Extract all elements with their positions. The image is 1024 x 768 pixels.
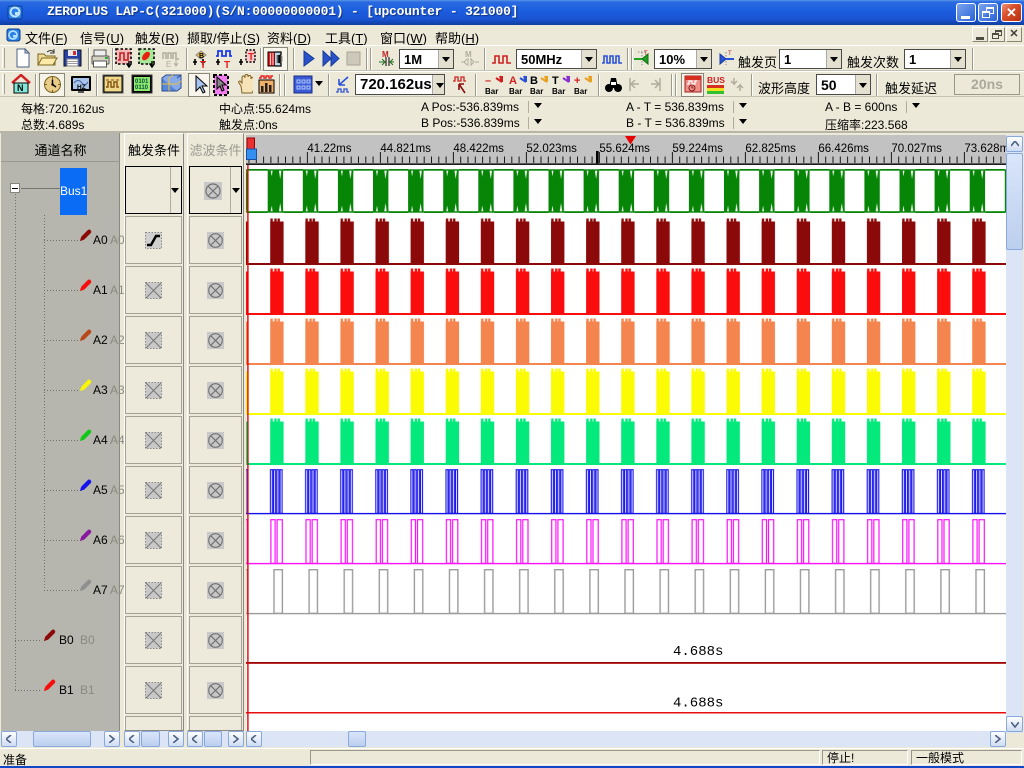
svg-text:62.825ms: 62.825ms bbox=[745, 143, 796, 155]
svg-text:B: B bbox=[199, 53, 204, 60]
svg-text:B: B bbox=[530, 75, 538, 87]
svg-text:T: T bbox=[248, 52, 254, 63]
svg-text:T: T bbox=[200, 60, 206, 69]
svg-text:HZ: HZ bbox=[77, 84, 86, 91]
svg-text:M: M bbox=[465, 50, 472, 59]
svg-text:T: T bbox=[644, 51, 648, 57]
svg-text:Bar: Bar bbox=[552, 87, 565, 96]
svg-text:Bar: Bar bbox=[530, 87, 543, 96]
svg-text:+: + bbox=[574, 75, 580, 87]
svg-text:BUS: BUS bbox=[707, 75, 725, 85]
svg-text:4.688s: 4.688s bbox=[673, 696, 723, 712]
svg-text:52.023ms: 52.023ms bbox=[526, 143, 577, 155]
svg-text:T: T bbox=[552, 75, 559, 87]
svg-text:73.628ms: 73.628ms bbox=[964, 143, 1006, 155]
svg-text:T: T bbox=[728, 51, 732, 57]
svg-text:Bar: Bar bbox=[485, 87, 498, 96]
svg-text:Bar: Bar bbox=[574, 87, 587, 96]
svg-text:59.224ms: 59.224ms bbox=[672, 143, 723, 155]
svg-text:48.422ms: 48.422ms bbox=[453, 143, 504, 155]
svg-text:Bar: Bar bbox=[509, 87, 522, 96]
svg-text:T: T bbox=[224, 60, 230, 69]
svg-text:55.624ms: 55.624ms bbox=[599, 143, 650, 155]
svg-text:A: A bbox=[509, 75, 517, 87]
svg-text:44.821ms: 44.821ms bbox=[380, 143, 431, 155]
svg-text:0110: 0110 bbox=[135, 85, 149, 91]
svg-text:66.426ms: 66.426ms bbox=[818, 143, 869, 155]
svg-text:E: E bbox=[166, 60, 171, 69]
svg-text:70.027ms: 70.027ms bbox=[891, 143, 942, 155]
svg-text:N: N bbox=[17, 83, 24, 93]
svg-text:4.688s: 4.688s bbox=[673, 644, 723, 660]
svg-text:–: – bbox=[485, 75, 491, 87]
svg-text:41.22ms: 41.22ms bbox=[307, 143, 351, 155]
